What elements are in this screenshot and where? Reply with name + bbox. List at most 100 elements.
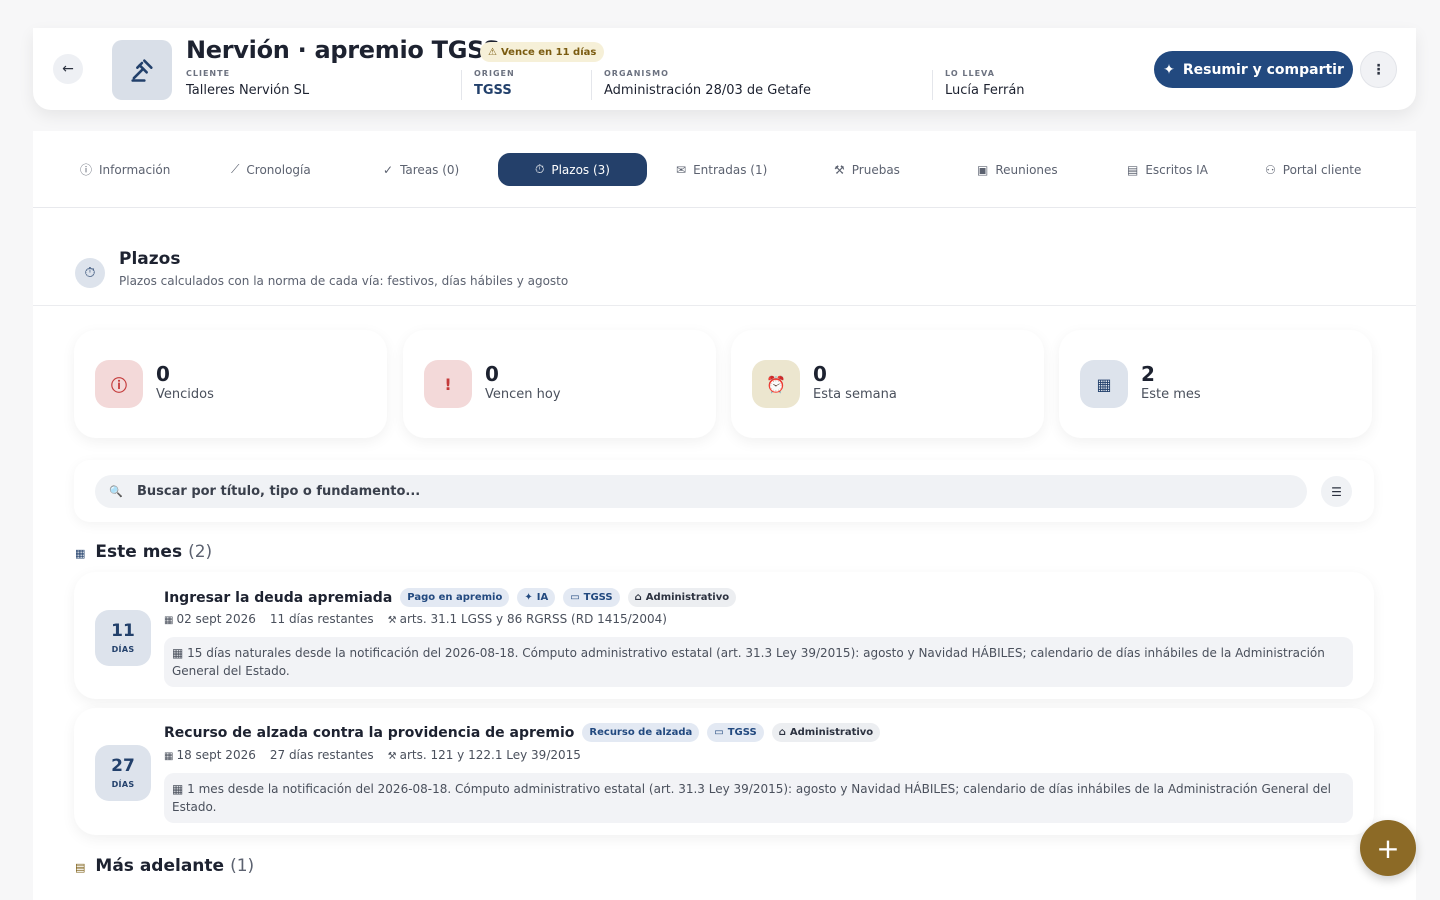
stat-card-this-week[interactable]: ⏰ 0 Esta semana <box>731 330 1044 438</box>
search-bar: 🔍 ☰ <box>74 460 1374 522</box>
origin-value: TGSS <box>474 83 512 98</box>
ai-chip: ✦ IA <box>517 588 556 607</box>
tab-escritos-ia[interactable]: ▤ Escritos IA <box>1127 153 1208 186</box>
stat-label: Vencidos <box>156 387 214 402</box>
deadline-date: ▦ 02 sept 2026 <box>164 612 256 626</box>
gavel-icon: ⚒ <box>387 615 397 626</box>
calendar-icon: ▤ <box>75 861 86 874</box>
owner-label: LO LLEVA <box>945 69 995 78</box>
deadline-note: ▦ 1 mes desde la notificación del 2026-0… <box>164 773 1353 823</box>
agency-label: ORGANISMO <box>604 69 669 78</box>
calendar-icon: ▦ <box>164 751 174 762</box>
summarize-share-button[interactable]: ✦ Resumir y compartir <box>1154 51 1353 88</box>
group-count: (2) <box>188 542 213 562</box>
tab-pruebas[interactable]: ⚒ Pruebas <box>834 153 900 186</box>
more-options-button[interactable]: ⋮ <box>1360 51 1397 88</box>
filter-button[interactable]: ☰ <box>1321 476 1352 507</box>
tab-label: Cronología <box>246 162 311 177</box>
group-title: Este mes <box>95 542 183 562</box>
group-header-this-month: ▦ Este mes (2) <box>75 542 212 562</box>
deadline-title: Recurso de alzada contra la providencia … <box>164 724 575 741</box>
tab-cronologia[interactable]: ⟋ Cronología <box>231 153 311 186</box>
section-title: Plazos <box>119 249 181 269</box>
agency-value: Administración 28/03 de Getafe <box>604 83 811 98</box>
divider <box>932 70 933 100</box>
sliders-icon: ☰ <box>1331 484 1342 499</box>
owner-meta: LO LLEVA Lucía Ferrán <box>945 69 1025 98</box>
stat-label: Vencen hoy <box>485 387 561 402</box>
type-chip: Pago en apremio <box>400 588 510 607</box>
basis-text: arts. 121 y 122.1 Ley 39/2015 <box>399 748 581 762</box>
tab-entradas[interactable]: ✉ Entradas (1) <box>676 153 767 186</box>
days-number: 11 <box>111 620 135 641</box>
deadline-title-row: Ingresar la deuda apremiada Pago en apre… <box>164 588 737 607</box>
tab-bar: ⓘ Información ⟋ Cronología ✓ Tareas (0) ⏱ Pl… <box>33 131 1416 208</box>
video-icon: ▣ <box>977 162 989 177</box>
chip-label: IA <box>536 592 549 603</box>
type-chip: Recurso de alzada <box>582 723 700 742</box>
stat-label: Esta semana <box>813 387 897 402</box>
timer-icon: ⏱ <box>534 162 545 176</box>
chip-label: TGSS <box>727 727 757 738</box>
gavel-icon <box>131 59 153 82</box>
jurisdiction-chip: ⌂ Administrativo <box>627 588 737 607</box>
deadline-title: Ingresar la deuda apremiada <box>164 589 393 606</box>
alert-circle-icon: ⓘ <box>95 360 143 408</box>
deadline-card[interactable]: 27 DÍAS Recurso de alzada contra la prov… <box>74 708 1374 835</box>
remaining-text: 27 días restantes <box>269 748 374 762</box>
timer-icon: ⏱ <box>75 258 105 288</box>
stat-card-this-month[interactable]: ▦ 2 Este mes <box>1059 330 1372 438</box>
date-text: 18 sept 2026 <box>176 748 256 762</box>
stat-value: 0 <box>485 362 499 386</box>
document-icon: ▤ <box>1127 162 1139 177</box>
days-label: DÍAS <box>111 644 135 654</box>
due-badge-text: Vence en 11 días <box>500 46 597 58</box>
search-icon: 🔍 <box>109 485 123 498</box>
case-header: ← Nervión · apremio TGSS ⚠ Vence en 11 dí… <box>33 28 1416 110</box>
agency-meta: ORGANISMO Administración 28/03 de Getafe <box>604 69 811 98</box>
card-icon: ▭ <box>714 727 724 738</box>
jurisdiction-chip: ⌂ Administrativo <box>771 723 881 742</box>
stat-value: 0 <box>813 362 827 386</box>
tab-portal-cliente[interactable]: ⚇ Portal cliente <box>1265 153 1361 186</box>
timeline-icon: ⟋ <box>231 162 240 176</box>
note-text: 1 mes desde la notificación del 2026-08-… <box>172 782 1331 814</box>
origin-chip: ▭ TGSS <box>563 588 620 607</box>
tab-tareas[interactable]: ✓ Tareas (0) <box>383 153 459 186</box>
gavel-icon: ⚒ <box>387 751 397 762</box>
group-title: Más adelante <box>95 856 225 876</box>
tab-label: Reuniones <box>995 162 1058 177</box>
stat-value: 2 <box>1141 362 1155 386</box>
group-header-later: ▤ Más adelante (1) <box>75 856 254 876</box>
deadline-meta: ▦ 02 sept 2026 11 días restantes ⚒ arts. 3… <box>164 612 667 626</box>
summarize-share-label: Resumir y compartir <box>1182 61 1344 78</box>
tab-reuniones[interactable]: ▣ Reuniones <box>977 153 1058 186</box>
due-badge: ⚠ Vence en 11 días <box>480 42 605 62</box>
tab-plazos[interactable]: ⏱ Plazos (3) <box>498 153 647 186</box>
origin-meta: ORIGEN TGSS <box>474 69 515 98</box>
section-subtitle: Plazos calculados con la norma de cada v… <box>119 274 569 288</box>
client-value: Talleres Nervión SL <box>186 83 310 98</box>
back-button[interactable]: ← <box>53 54 83 84</box>
search-input[interactable] <box>137 484 1237 499</box>
tab-label: Información <box>99 162 171 177</box>
add-deadline-button[interactable]: + <box>1360 820 1416 876</box>
stat-value: 0 <box>156 362 170 386</box>
stat-card-due-today[interactable]: ! 0 Vencen hoy <box>403 330 716 438</box>
chip-label: TGSS <box>583 592 613 603</box>
sparkle-icon: ✦ <box>1163 61 1175 78</box>
exclamation-icon: ! <box>424 360 472 408</box>
stat-card-overdue[interactable]: ⓘ 0 Vencidos <box>74 330 387 438</box>
alarm-icon: ⏰ <box>752 360 800 408</box>
days-remaining-box: 11 DÍAS <box>95 610 151 666</box>
chip-label: Administrativo <box>789 727 874 738</box>
check-circle-icon: ✓ <box>383 162 394 177</box>
deadline-card[interactable]: 11 DÍAS Ingresar la deuda apremiada Pago… <box>74 572 1374 699</box>
legal-basis: ⚒ arts. 31.1 LGSS y 86 RGRSS (RD 1415/200… <box>388 612 667 626</box>
search-field: 🔍 <box>95 475 1307 508</box>
owner-value: Lucía Ferrán <box>945 83 1025 98</box>
calculator-icon: ▦ <box>172 646 184 660</box>
calendar-icon: ▦ <box>164 615 174 626</box>
case-avatar <box>112 40 172 100</box>
tab-informacion[interactable]: ⓘ Información <box>80 153 170 186</box>
